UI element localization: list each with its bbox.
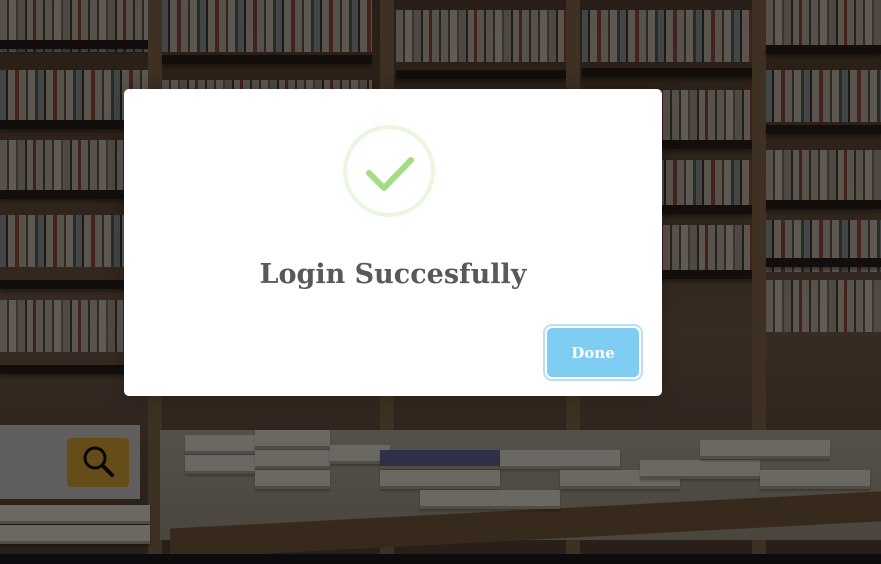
modal-title: Login Succesfully xyxy=(259,259,527,290)
success-checkmark-icon xyxy=(343,125,435,217)
success-modal: Login Succesfully Done xyxy=(124,89,662,396)
done-button[interactable]: Done xyxy=(547,328,639,377)
